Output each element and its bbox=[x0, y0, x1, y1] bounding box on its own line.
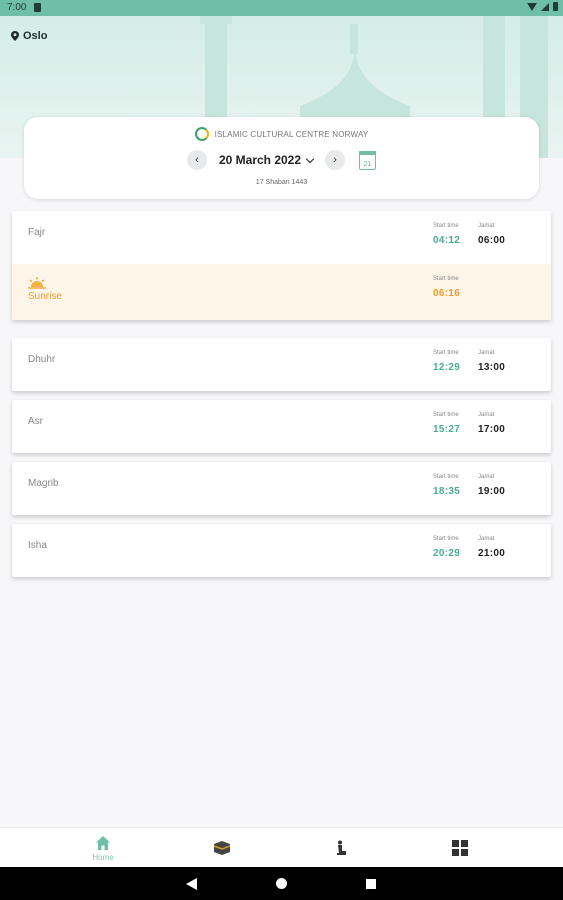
status-bar: 7:00 bbox=[0, 0, 563, 16]
org-logo-icon bbox=[194, 127, 209, 141]
chevron-down-icon bbox=[305, 154, 315, 163]
wifi-icon bbox=[527, 2, 537, 11]
tab-home-label: Home bbox=[92, 852, 114, 862]
prayer-card-dhuhr: Dhuhr Start time 12:29 Jamat 13:00 bbox=[12, 338, 551, 391]
battery-icon bbox=[553, 2, 558, 11]
sunrise-icon bbox=[28, 277, 46, 289]
hijri-date: 17 Shaban 1443 bbox=[255, 179, 308, 186]
system-navigation-bar bbox=[0, 867, 563, 900]
jamat-label: Jamat bbox=[478, 412, 495, 418]
start-time-value: 18:35 bbox=[433, 486, 461, 497]
prayer-row-dhuhr: Dhuhr Start time 12:29 Jamat 13:00 bbox=[12, 338, 551, 391]
prayer-card-asr: Asr Start time 15:27 Jamat 17:00 bbox=[12, 400, 551, 453]
bottom-navigation: Home bbox=[0, 827, 563, 868]
signal-icon bbox=[541, 2, 549, 11]
sim-icon bbox=[34, 3, 41, 12]
jamat-label: Jamat bbox=[478, 350, 495, 356]
jamat-label: Jamat bbox=[478, 474, 495, 480]
back-button[interactable] bbox=[186, 867, 197, 900]
home-system-button[interactable] bbox=[276, 867, 287, 900]
start-time-label: Start time bbox=[433, 412, 459, 418]
jamat-value: 17:00 bbox=[478, 424, 506, 435]
start-time-label: Start time bbox=[433, 350, 459, 356]
jamat-value: 13:00 bbox=[478, 362, 506, 373]
prayer-name: Asr bbox=[28, 416, 43, 427]
prayer-name: Isha bbox=[28, 540, 47, 551]
date-dropdown[interactable]: 20 March 2022 bbox=[218, 153, 315, 167]
brand: ISLAMIC CULTURAL CENTRE NORWAY bbox=[24, 127, 539, 141]
prayer-name: Fajr bbox=[28, 227, 46, 238]
next-day-button[interactable]: › bbox=[325, 150, 346, 170]
start-time-value: 04:12 bbox=[433, 235, 461, 246]
prayer-person-icon bbox=[337, 840, 346, 855]
location-text: Oslo bbox=[23, 30, 48, 42]
jamat-value: 19:00 bbox=[478, 486, 506, 497]
tab-menu[interactable] bbox=[390, 828, 530, 868]
grid-icon bbox=[452, 840, 468, 856]
start-time-label: Start time bbox=[433, 536, 459, 542]
start-time-value: 06:16 bbox=[433, 288, 461, 299]
prayer-row-sunrise: Sunrise Start time 06:16 bbox=[12, 264, 551, 320]
prayer-card-fajr: Fajr Start time 04:12 Jamat 06:00 Sunris… bbox=[12, 211, 551, 320]
home-icon bbox=[96, 835, 110, 850]
start-time-label: Start time bbox=[433, 223, 459, 229]
prayer-row-magrib: Magrib Start time 18:35 Jamat 19:00 bbox=[12, 462, 551, 515]
jamat-value: 21:00 bbox=[478, 548, 506, 559]
jamat-value: 06:00 bbox=[478, 235, 506, 246]
calendar-day: 21 bbox=[363, 160, 372, 168]
location-label[interactable]: Oslo bbox=[11, 30, 47, 42]
calendar-icon[interactable]: 21 bbox=[359, 150, 377, 170]
jamat-label: Jamat bbox=[478, 536, 495, 542]
status-time: 7:00 bbox=[7, 2, 27, 13]
location-pin-icon bbox=[11, 31, 19, 41]
recents-square-icon bbox=[366, 878, 376, 889]
prayer-name: Magrib bbox=[28, 478, 59, 489]
prayer-row-fajr: Fajr Start time 04:12 Jamat 06:00 bbox=[12, 211, 551, 264]
start-time-label: Start time bbox=[433, 276, 459, 282]
date-label: 20 March 2022 bbox=[218, 153, 302, 167]
home-circle-icon bbox=[276, 878, 287, 889]
prayer-row-asr: Asr Start time 15:27 Jamat 17:00 bbox=[12, 400, 551, 453]
previous-day-button[interactable]: ‹ bbox=[186, 150, 207, 170]
date-selector: ‹ 20 March 2022 › 21 bbox=[24, 150, 539, 170]
start-time-value: 12:29 bbox=[433, 362, 461, 373]
back-triangle-icon bbox=[186, 877, 197, 890]
start-time-value: 15:27 bbox=[433, 424, 461, 435]
start-time-value: 20:29 bbox=[433, 548, 461, 559]
recents-button[interactable] bbox=[366, 867, 376, 900]
kaaba-icon bbox=[213, 841, 231, 855]
date-card: ISLAMIC CULTURAL CENTRE NORWAY ‹ 20 Marc… bbox=[24, 117, 539, 199]
prayer-row-isha: Isha Start time 20:29 Jamat 21:00 bbox=[12, 524, 551, 577]
prayer-name: Sunrise bbox=[28, 291, 62, 302]
org-name: ISLAMIC CULTURAL CENTRE NORWAY bbox=[214, 129, 369, 139]
prayer-card-magrib: Magrib Start time 18:35 Jamat 19:00 bbox=[12, 462, 551, 515]
start-time-label: Start time bbox=[433, 474, 459, 480]
prayer-card-isha: Isha Start time 20:29 Jamat 21:00 bbox=[12, 524, 551, 577]
jamat-label: Jamat bbox=[478, 223, 495, 229]
prayer-name: Dhuhr bbox=[28, 354, 56, 365]
